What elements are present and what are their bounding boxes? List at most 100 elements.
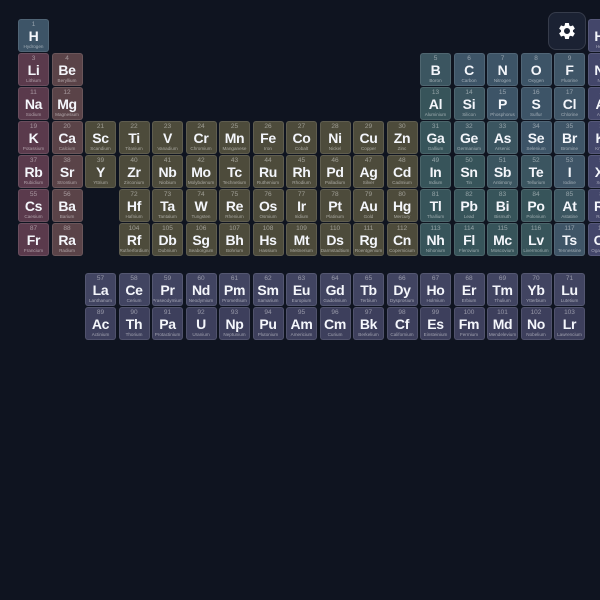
element-tile-zr[interactable]: 40 Zr Zirconium (118, 155, 150, 188)
element-tile-am[interactable]: 95 Am Americium (286, 307, 317, 340)
element-tile-lr[interactable]: 103 Lr Lawrencium (554, 307, 585, 340)
element-tile-nh[interactable]: 113 Nh Nihonium (420, 223, 451, 256)
element-tile-ru[interactable]: 44 Ru Ruthenium (252, 155, 284, 188)
element-tile-er[interactable]: 68 Er Erbium (453, 273, 485, 306)
element-tile-pr[interactable]: 59 Pr Praseodymium (152, 273, 183, 306)
element-tile-np[interactable]: 93 Np Neptunium (219, 307, 250, 340)
element-tile-pm[interactable]: 61 Pm Promethium (219, 273, 250, 306)
element-tile-cf[interactable]: 98 Cf Californium (386, 307, 418, 340)
element-tile-rh[interactable]: 45 Rh Rhodium (286, 155, 317, 188)
element-tile-eu[interactable]: 63 Eu Europium (286, 273, 317, 306)
element-tile-bi[interactable]: 83 Bi Bismuth (487, 189, 518, 222)
element-tile-dy[interactable]: 66 Dy Dysprosium (386, 273, 418, 306)
element-tile-ge[interactable]: 32 Ge Germanium (453, 121, 485, 154)
element-tile-be[interactable]: 4 Be Beryllium (51, 53, 83, 86)
element-tile-zn[interactable]: 30 Zn Zinc (386, 121, 418, 154)
element-tile-ac[interactable]: 89 Ac Actinium (85, 307, 116, 340)
element-tile-pd[interactable]: 46 Pd Palladium (319, 155, 351, 188)
element-tile-mg[interactable]: 12 Mg Magnesium (51, 87, 83, 120)
element-tile-bk[interactable]: 97 Bk Berkelium (353, 307, 384, 340)
element-tile-sg[interactable]: 106 Sg Seaborgium (185, 223, 217, 256)
element-tile-hg[interactable]: 80 Hg Mercury (386, 189, 418, 222)
element-tile-ga[interactable]: 31 Ga Gallium (420, 121, 451, 154)
element-tile-at[interactable]: 85 At Astatine (554, 189, 585, 222)
element-tile-th[interactable]: 90 Th Thorium (118, 307, 150, 340)
element-tile-c[interactable]: 6 C Carbon (453, 53, 485, 86)
element-tile-b[interactable]: 5 B Boron (420, 53, 451, 86)
element-tile-yb[interactable]: 70 Yb Ytterbium (520, 273, 552, 306)
element-tile-og[interactable]: 118OgOganesson (587, 223, 600, 256)
element-tile-ag[interactable]: 47 Ag Silver (353, 155, 384, 188)
element-tile-ti[interactable]: 22 Ti Titanium (118, 121, 150, 154)
element-tile-s[interactable]: 16 S Sulfur (520, 87, 552, 120)
element-tile-o[interactable]: 8 O Oxygen (520, 53, 552, 86)
element-tile-sb[interactable]: 51 Sb Antimony (487, 155, 518, 188)
element-tile-ar[interactable]: 18ArArgon (587, 87, 600, 120)
element-tile-mn[interactable]: 25 Mn Manganese (219, 121, 250, 154)
element-tile-nd[interactable]: 60 Nd Neodymium (185, 273, 217, 306)
settings-button[interactable] (548, 12, 586, 50)
element-tile-tc[interactable]: 43 Tc Technetium (219, 155, 250, 188)
element-tile-ho[interactable]: 67 Ho Holmium (420, 273, 451, 306)
element-tile-ne[interactable]: 10NeNeon (587, 53, 600, 86)
element-tile-bh[interactable]: 107 Bh Bohrium (219, 223, 250, 256)
element-tile-xe[interactable]: 54XeXenon (587, 155, 600, 188)
element-tile-ni[interactable]: 28 Ni Nickel (319, 121, 351, 154)
element-tile-tm[interactable]: 69 Tm Thulium (487, 273, 518, 306)
element-tile-f[interactable]: 9 F Fluorine (554, 53, 585, 86)
element-tile-ba[interactable]: 56 Ba Barium (51, 189, 83, 222)
element-tile-db[interactable]: 105 Db Dubnium (152, 223, 183, 256)
element-tile-os[interactable]: 76 Os Osmium (252, 189, 284, 222)
element-tile-co[interactable]: 27 Co Cobalt (286, 121, 317, 154)
element-tile-fe[interactable]: 26 Fe Iron (252, 121, 284, 154)
element-tile-hf[interactable]: 72 Hf Hafnium (118, 189, 150, 222)
element-tile-cm[interactable]: 96 Cm Curium (319, 307, 351, 340)
element-tile-sr[interactable]: 38 Sr Strontium (51, 155, 83, 188)
element-tile-al[interactable]: 13 Al Aluminium (420, 87, 451, 120)
element-tile-sn[interactable]: 50 Sn Tin (453, 155, 485, 188)
element-tile-pb[interactable]: 82 Pb Lead (453, 189, 485, 222)
element-tile-v[interactable]: 23 V Vanadium (152, 121, 183, 154)
element-tile-k[interactable]: 19 K Potassium (18, 121, 49, 154)
element-tile-na[interactable]: 11 Na Sodium (18, 87, 49, 120)
element-tile-u[interactable]: 92 U Uranium (185, 307, 217, 340)
element-tile-lv[interactable]: 116 Lv Livermorium (520, 223, 552, 256)
element-tile-tb[interactable]: 65 Tb Terbium (353, 273, 384, 306)
element-tile-tl[interactable]: 81 Tl Thallium (420, 189, 451, 222)
element-tile-cr[interactable]: 24 Cr Chromium (185, 121, 217, 154)
element-tile-p[interactable]: 15 P Phosphorus (487, 87, 518, 120)
element-tile-md[interactable]: 101 Md Mendelevium (487, 307, 518, 340)
element-tile-br[interactable]: 35 Br Bromine (554, 121, 585, 154)
element-tile-mt[interactable]: 109 Mt Meitnerium (286, 223, 317, 256)
element-tile-sc[interactable]: 21 Sc Scandium (85, 121, 116, 154)
element-tile-fr[interactable]: 87 Fr Francium (18, 223, 49, 256)
element-tile-cu[interactable]: 29 Cu Copper (353, 121, 384, 154)
element-tile-fl[interactable]: 114 Fl Flerovium (453, 223, 485, 256)
element-tile-he[interactable]: 2HeHelium (587, 19, 600, 52)
element-tile-ca[interactable]: 20 Ca Calcium (51, 121, 83, 154)
element-tile-lu[interactable]: 71 Lu Lutetium (554, 273, 585, 306)
element-tile-po[interactable]: 84 Po Polonium (520, 189, 552, 222)
element-tile-kr[interactable]: 36KrKrypton (587, 121, 600, 154)
element-tile-cs[interactable]: 55 Cs Caesium (18, 189, 49, 222)
element-tile-h[interactable]: 1 H Hydrogen (18, 19, 49, 52)
element-tile-cl[interactable]: 17 Cl Chlorine (554, 87, 585, 120)
element-tile-ts[interactable]: 117 Ts Tennessine (554, 223, 585, 256)
element-tile-la[interactable]: 57 La Lanthanum (85, 273, 116, 306)
element-tile-pu[interactable]: 94 Pu Plutonium (252, 307, 284, 340)
element-tile-se[interactable]: 34 Se Selenium (520, 121, 552, 154)
element-tile-es[interactable]: 99 Es Einsteinium (420, 307, 451, 340)
element-tile-no[interactable]: 102 No Nobelium (520, 307, 552, 340)
element-tile-n[interactable]: 7 N Nitrogen (487, 53, 518, 86)
element-tile-rg[interactable]: 111 Rg Roentgenium (353, 223, 384, 256)
element-tile-ds[interactable]: 110 Ds Darmstadtium (319, 223, 351, 256)
element-tile-in[interactable]: 49 In Indium (420, 155, 451, 188)
element-tile-te[interactable]: 52 Te Tellurium (520, 155, 552, 188)
element-tile-ir[interactable]: 77 Ir Iridium (286, 189, 317, 222)
element-tile-sm[interactable]: 62 Sm Samarium (252, 273, 284, 306)
element-tile-rb[interactable]: 37 Rb Rubidium (18, 155, 49, 188)
element-tile-cd[interactable]: 48 Cd Cadmium (386, 155, 418, 188)
element-tile-ta[interactable]: 73 Ta Tantalum (152, 189, 183, 222)
element-tile-si[interactable]: 14 Si Silicon (453, 87, 485, 120)
element-tile-fm[interactable]: 100 Fm Fermium (453, 307, 485, 340)
